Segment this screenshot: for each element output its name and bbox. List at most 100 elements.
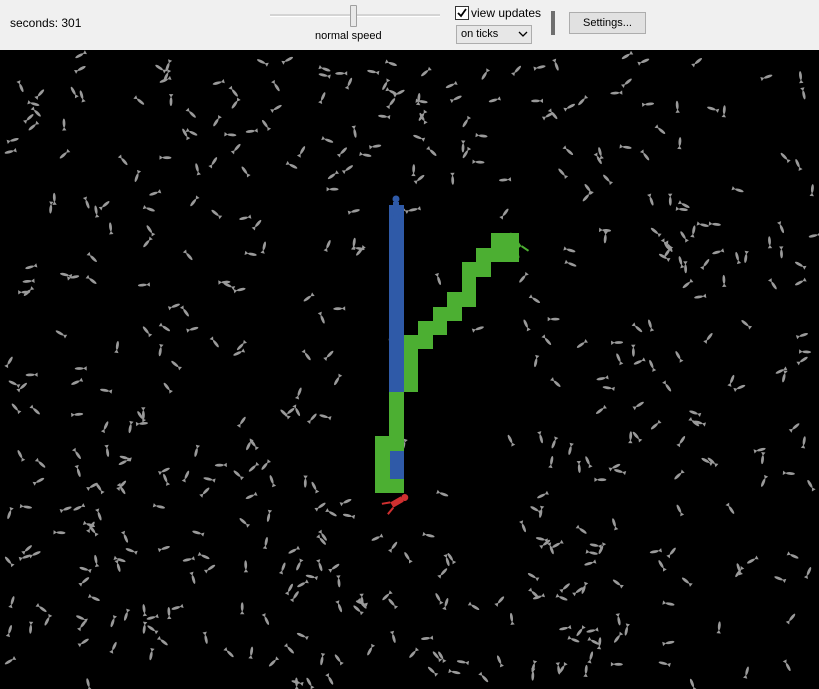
fish-icon — [125, 548, 138, 555]
fish-icon — [32, 477, 45, 486]
fish-icon — [190, 195, 200, 207]
fish-icon — [233, 348, 246, 356]
fish-icon — [311, 481, 320, 494]
fish-icon — [142, 621, 148, 634]
fish-icon — [708, 221, 721, 226]
fish-icon — [448, 668, 461, 675]
fish-icon — [318, 73, 331, 79]
fish-icon — [616, 353, 624, 366]
fish-icon — [761, 474, 769, 487]
fish-icon — [109, 641, 117, 654]
settings-button[interactable]: Settings... — [569, 12, 646, 34]
fish-icon — [194, 444, 201, 457]
fish-icon — [547, 316, 560, 322]
fish-icon — [16, 80, 24, 93]
fish-icon — [347, 209, 360, 215]
fish-icon — [109, 222, 114, 235]
fish-icon — [584, 183, 594, 195]
fish-icon — [621, 50, 634, 60]
fish-icon — [421, 66, 432, 77]
fish-icon — [269, 475, 277, 488]
fish-icon — [262, 536, 268, 550]
fish-icon — [550, 377, 561, 387]
fish-icon — [582, 190, 593, 202]
fish-icon — [158, 322, 171, 332]
fish-icon — [637, 58, 650, 66]
fish-icon — [171, 603, 184, 610]
fish-icon — [564, 259, 577, 267]
fish-icon — [418, 109, 428, 121]
fish-icon — [335, 71, 348, 76]
speed-slider-thumb[interactable] — [350, 5, 357, 27]
fish-icon — [641, 102, 655, 107]
fish-icon — [280, 409, 291, 420]
view-updates-checkbox[interactable] — [455, 6, 469, 20]
update-mode-select[interactable]: on ticks — [456, 25, 532, 44]
fish-icon — [257, 59, 269, 67]
fish-icon — [156, 636, 168, 646]
fish-icon — [326, 187, 339, 192]
world-view[interactable] — [0, 50, 819, 689]
fish-icon — [682, 278, 694, 289]
fish-icon — [321, 135, 334, 143]
fish-icon — [389, 630, 396, 643]
fish-icon — [794, 261, 807, 270]
fish-icon — [559, 624, 572, 631]
chevron-down-icon — [518, 31, 528, 37]
fish-icon — [576, 338, 589, 348]
fish-icon — [292, 404, 301, 417]
fish-icon — [192, 530, 205, 537]
fish-icon — [71, 377, 84, 385]
fish-icon — [327, 170, 340, 180]
fish-icon — [59, 148, 71, 159]
fish-icon — [583, 664, 588, 677]
fish-icon — [435, 593, 444, 605]
fish-icon — [467, 601, 480, 611]
fish-icon — [691, 57, 703, 68]
fish-icon — [386, 98, 396, 110]
toolbar: seconds: 301 normal speed view updates o… — [0, 0, 819, 50]
fish-icon — [294, 387, 302, 400]
fish-icon — [442, 597, 449, 611]
fish-icon — [306, 677, 315, 689]
fish-icon — [413, 134, 426, 142]
fish-icon — [34, 457, 46, 468]
ticks-counter: seconds: 301 — [10, 16, 82, 30]
fish-icon — [658, 661, 671, 668]
fish-icon — [541, 334, 552, 346]
fish-icon — [632, 431, 643, 443]
fish-icon — [576, 625, 586, 637]
fish-icon — [551, 436, 559, 449]
fish-icon — [388, 598, 399, 610]
fish-icon — [260, 241, 266, 254]
fish-icon — [142, 204, 155, 212]
fish-icon — [76, 615, 88, 623]
fish-icon — [285, 160, 298, 169]
fish-icon — [449, 95, 462, 104]
fish-icon — [245, 491, 258, 500]
fish-icon — [168, 94, 174, 107]
fish-icon — [650, 227, 662, 238]
fish-icon — [334, 654, 344, 666]
fish-icon — [197, 551, 210, 560]
fish-icon — [142, 604, 148, 617]
fish-icon — [4, 356, 13, 369]
fish-icon — [568, 442, 574, 455]
fish-icon — [475, 132, 488, 138]
fish-icon — [104, 444, 110, 457]
fish-icon — [567, 635, 580, 643]
fish-icon — [676, 435, 686, 448]
fish-icon — [388, 541, 398, 553]
fish-icon — [146, 613, 159, 620]
fish-icon — [716, 621, 721, 634]
fish-icon — [586, 627, 599, 633]
fish-icon — [647, 193, 654, 206]
fish-icon — [413, 174, 425, 185]
fish-icon — [523, 319, 531, 332]
fish-icon — [44, 613, 53, 626]
fish-icon — [128, 420, 134, 434]
fish-icon — [157, 467, 170, 476]
speed-label: normal speed — [315, 30, 382, 42]
fish-icon — [785, 613, 796, 625]
fish-icon — [49, 201, 54, 214]
